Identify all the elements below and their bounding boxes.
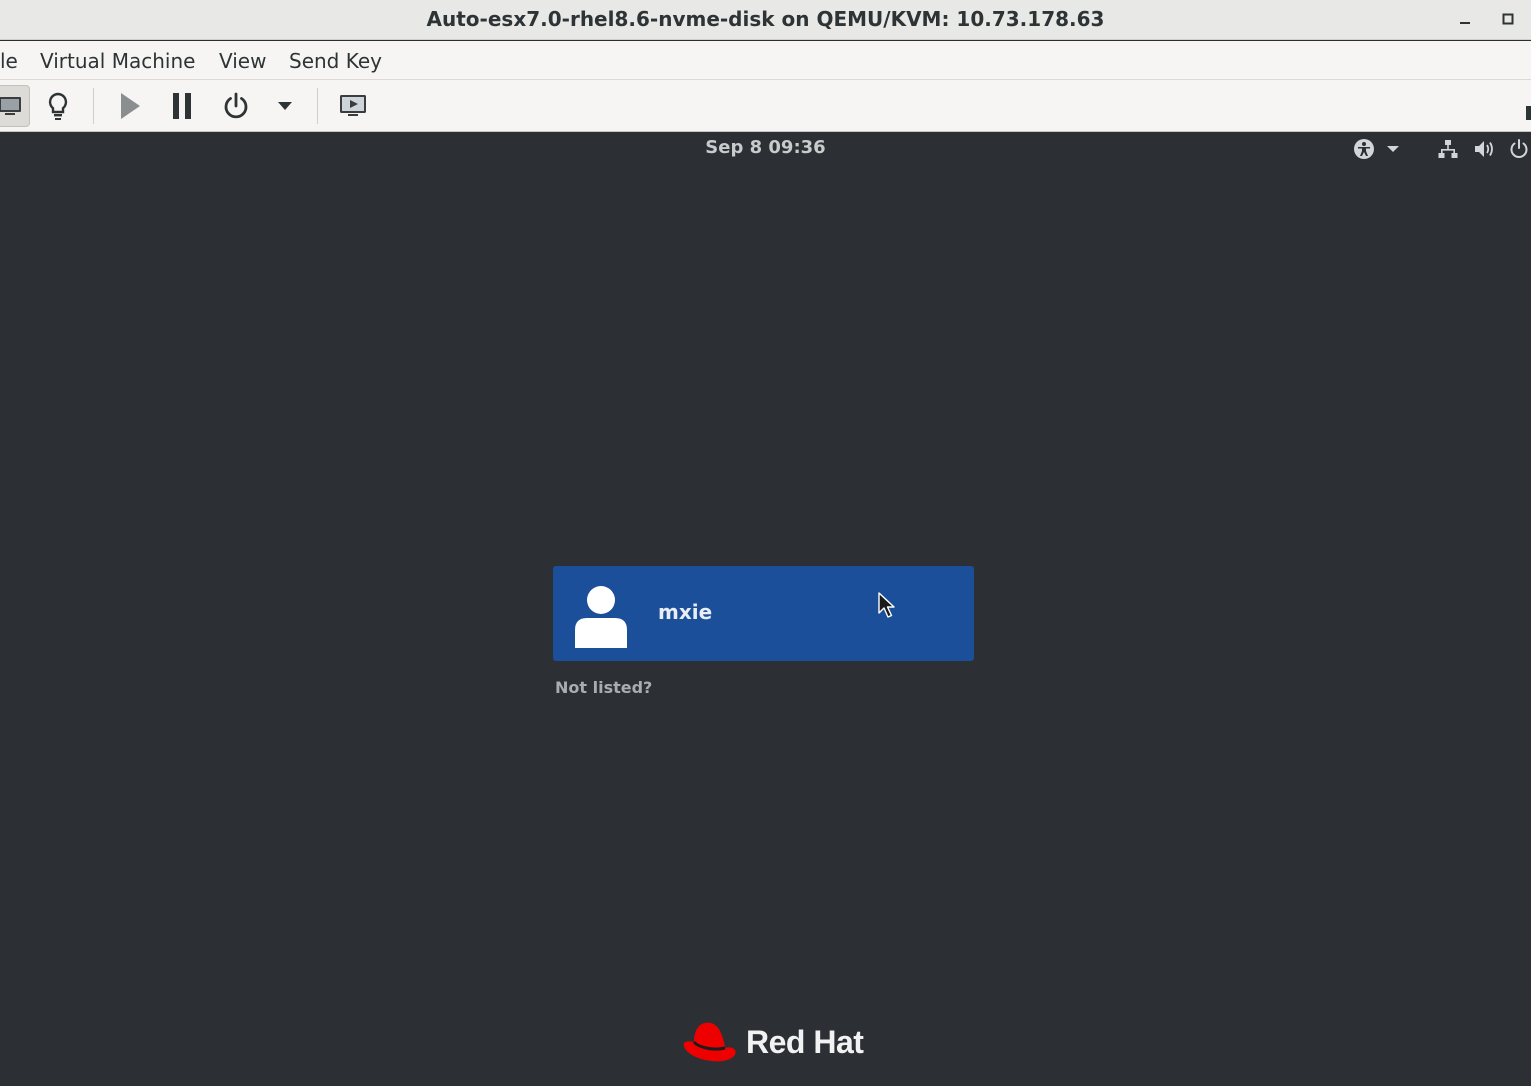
chevron-down-icon xyxy=(278,102,292,110)
toolbar xyxy=(0,80,1531,132)
chevron-down-icon[interactable] xyxy=(1384,137,1402,161)
maximize-icon xyxy=(1502,13,1514,25)
menu-file[interactable]: le xyxy=(0,41,18,80)
red-hat-logo: Red Hat xyxy=(678,1017,864,1067)
shutdown-button[interactable] xyxy=(216,85,256,127)
minimize-icon xyxy=(1460,22,1470,24)
pause-icon xyxy=(173,93,191,119)
window-title: Auto-esx7.0-rhel8.6-nvme-disk on QEMU/KV… xyxy=(426,7,1105,31)
menu-virtual-machine[interactable]: Virtual Machine xyxy=(40,41,195,80)
menu-bar: le Virtual Machine View Send Key xyxy=(0,41,1531,80)
toolbar-separator xyxy=(317,88,318,124)
power-icon xyxy=(224,92,248,119)
brand-name: Red Hat xyxy=(746,1023,864,1060)
play-icon xyxy=(121,93,140,119)
user-avatar-icon xyxy=(573,584,629,648)
user-name: mxie xyxy=(658,600,713,624)
fullscreen-button[interactable] xyxy=(333,85,373,127)
pause-button[interactable] xyxy=(162,85,202,127)
maximize-button[interactable] xyxy=(1496,8,1520,30)
guest-display[interactable]: Sep 8 09:36 mxie Not listed? Red Hat xyxy=(0,133,1531,1086)
minimize-button[interactable] xyxy=(1453,8,1477,30)
power-icon[interactable] xyxy=(1507,137,1531,161)
not-listed-link[interactable]: Not listed? xyxy=(555,678,652,697)
network-icon[interactable] xyxy=(1436,137,1460,161)
monitor-icon xyxy=(0,97,21,115)
accessibility-icon[interactable] xyxy=(1352,137,1376,161)
clock[interactable]: Sep 8 09:36 xyxy=(0,137,1531,158)
menu-view[interactable]: View xyxy=(219,41,266,80)
toolbar-separator xyxy=(93,88,94,124)
toolbar-overflow-indicator xyxy=(1526,106,1531,120)
menu-send-key[interactable]: Send Key xyxy=(289,41,382,80)
shutdown-menu-button[interactable] xyxy=(265,85,305,127)
show-console-button[interactable] xyxy=(0,85,30,127)
volume-icon[interactable] xyxy=(1472,137,1496,161)
screen-console-icon xyxy=(340,95,366,116)
red-hat-icon xyxy=(683,1022,736,1062)
lightbulb-icon xyxy=(48,92,68,120)
details-button[interactable] xyxy=(38,85,78,127)
run-button[interactable] xyxy=(109,85,149,127)
mouse-cursor-icon xyxy=(878,592,895,618)
user-list-item[interactable]: mxie xyxy=(553,566,974,661)
window-titlebar: Auto-esx7.0-rhel8.6-nvme-disk on QEMU/KV… xyxy=(0,0,1531,40)
